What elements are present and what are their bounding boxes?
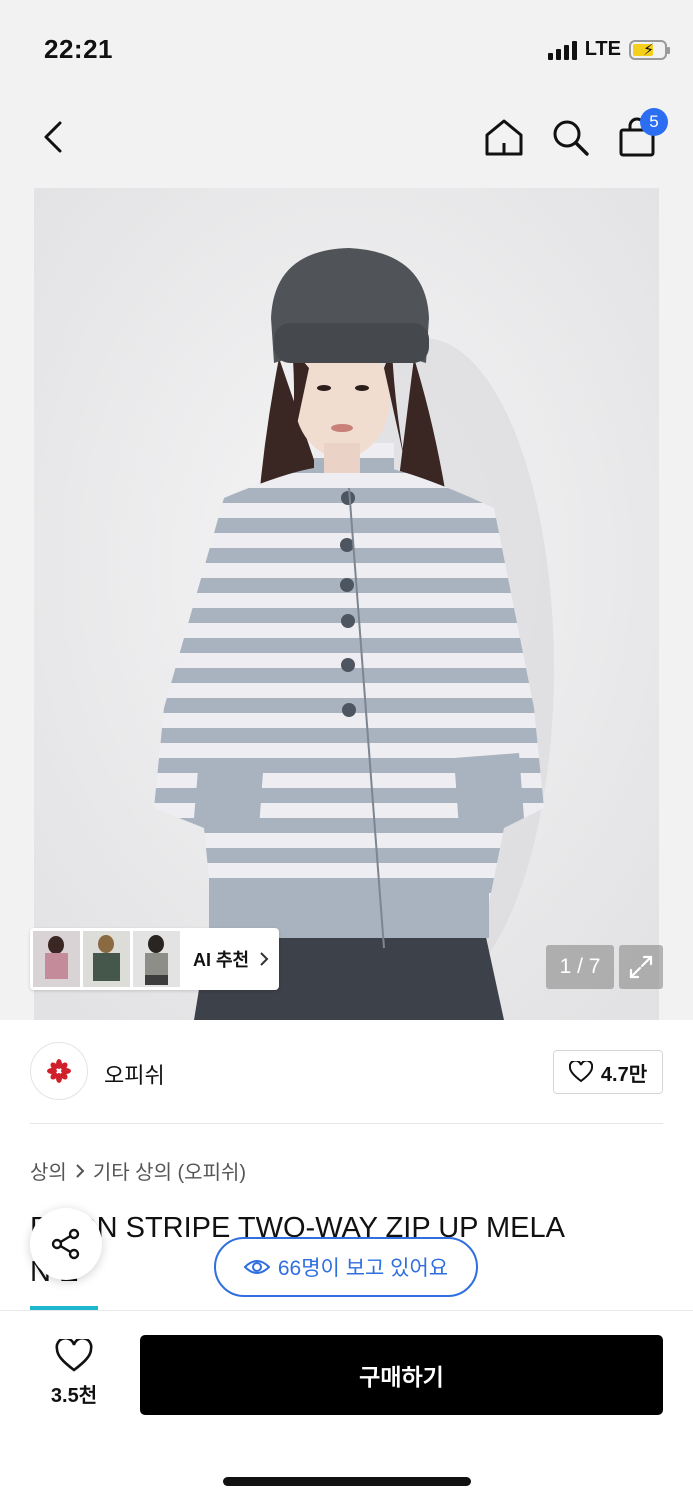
buy-button[interactable]: 구매하기: [140, 1335, 663, 1415]
signal-icon: [547, 40, 577, 60]
image-counter: 1 / 7: [546, 945, 614, 989]
heart-icon: [568, 1061, 593, 1083]
product-photo: [34, 188, 659, 1020]
share-icon: [51, 1228, 80, 1260]
network-label: LTE: [584, 38, 621, 60]
chevron-right-icon: [260, 952, 269, 966]
recommend-thumbnail: [33, 931, 80, 987]
cart-button[interactable]: 5: [614, 108, 668, 160]
home-button[interactable]: [481, 114, 527, 160]
back-icon: [44, 121, 62, 153]
product-image[interactable]: [34, 188, 659, 1020]
home-indicator[interactable]: [223, 1477, 471, 1486]
wishlist-button[interactable]: 3.5천: [38, 1339, 110, 1408]
cart-count-badge: 5: [640, 108, 668, 136]
brand-like-button[interactable]: 4.7만: [553, 1050, 663, 1094]
divider: [30, 1123, 663, 1124]
heart-icon: [55, 1339, 93, 1372]
battery-icon: ⚡: [629, 39, 670, 60]
chevron-right-icon: [76, 1163, 85, 1178]
recommend-thumbnail: [133, 931, 180, 987]
bottom-action-bar: 3.5천 구매하기: [0, 1310, 693, 1500]
home-icon: [485, 119, 523, 156]
brand-logo[interactable]: [30, 1042, 88, 1100]
brand-name[interactable]: 오피쉬: [104, 1058, 165, 1090]
brand-logo-icon: [47, 1059, 71, 1083]
breadcrumb: 상의 기타 상의 (오피쉬): [30, 1156, 246, 1185]
ai-recommend-button[interactable]: AI 추천: [30, 928, 279, 990]
back-button[interactable]: [30, 114, 76, 160]
brand-like-count: 4.7만: [600, 1063, 648, 1086]
search-button[interactable]: [547, 114, 593, 160]
top-nav: 5: [0, 100, 693, 180]
wishlist-count: 3.5천: [50, 1385, 98, 1407]
expand-icon: [629, 955, 653, 979]
status-time: 22:21: [44, 34, 113, 64]
status-bar: 22:21 LTE ⚡: [0, 0, 693, 100]
breadcrumb-subcategory[interactable]: 기타 상의 (오피쉬): [93, 1156, 246, 1185]
share-button[interactable]: [30, 1208, 102, 1280]
ai-recommend-text: AI 추천: [193, 950, 250, 970]
status-indicators: LTE ⚡: [547, 38, 670, 61]
viewers-text: 66명이 보고 있어요: [277, 1257, 449, 1280]
ai-recommend-label: AI 추천: [193, 946, 269, 972]
viewers-badge: 66명이 보고 있어요: [214, 1237, 478, 1297]
recommend-thumbnail: [83, 931, 130, 987]
search-icon: [553, 120, 589, 156]
expand-button[interactable]: [619, 945, 663, 989]
breadcrumb-category[interactable]: 상의: [30, 1156, 67, 1185]
eye-icon: [243, 1260, 270, 1274]
brand-row: 오피쉬 4.7만: [30, 1042, 663, 1102]
